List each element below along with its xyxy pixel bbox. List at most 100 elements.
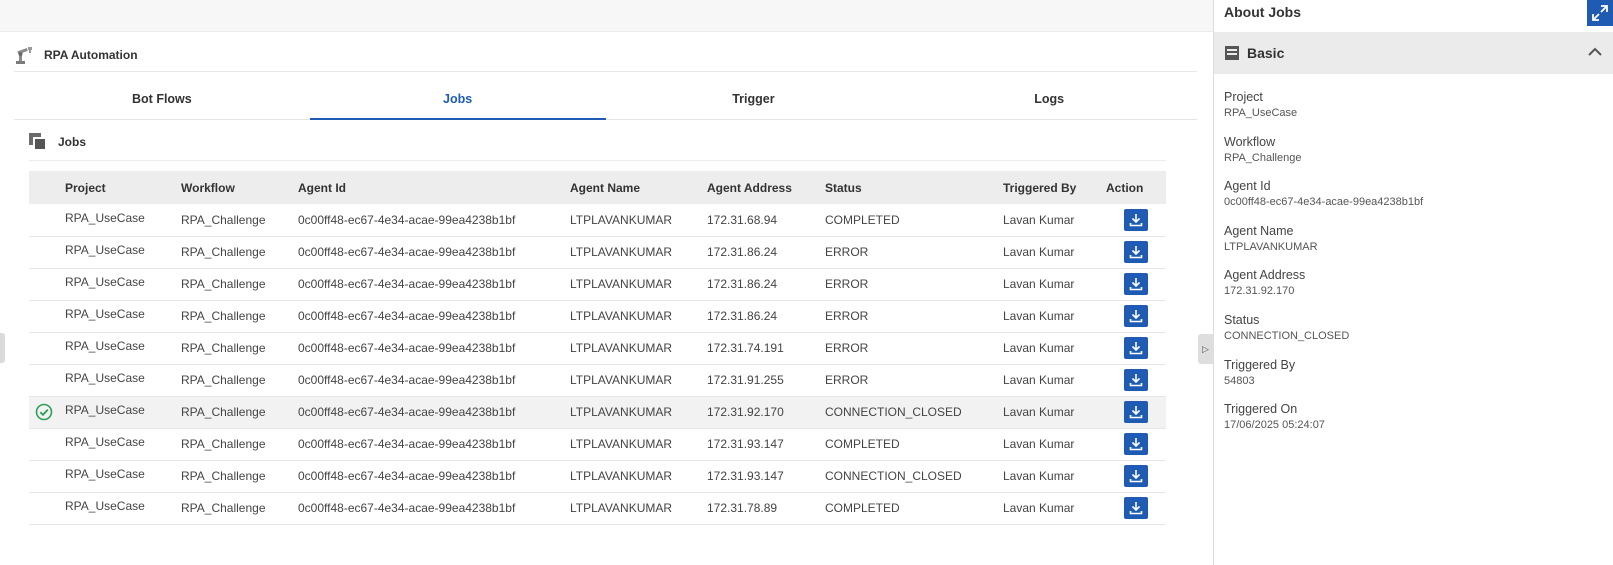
- left-collapse-handle[interactable]: [0, 333, 5, 363]
- cell-select: [29, 204, 65, 236]
- col-agent-address[interactable]: Agent Address: [707, 171, 825, 204]
- cell-agent-address: 172.31.86.24: [707, 309, 778, 323]
- col-status[interactable]: Status: [825, 171, 1003, 204]
- download-button[interactable]: [1124, 305, 1148, 327]
- cell-triggered-by: Lavan Kumar: [1003, 212, 1075, 227]
- tab-bar: Bot Flows Jobs Trigger Logs: [14, 84, 1197, 120]
- cell-agent-id: 0c00ff48-ec67-4e34-acae-99ea4238b1bf: [298, 405, 516, 419]
- cell-agent-name: LTPLAVANKUMAR: [570, 437, 673, 451]
- download-icon: [1129, 278, 1143, 291]
- download-icon: [1129, 342, 1143, 355]
- download-button[interactable]: [1124, 465, 1148, 487]
- col-workflow[interactable]: Workflow: [181, 171, 298, 204]
- col-agent-name[interactable]: Agent Name: [570, 171, 707, 204]
- download-button[interactable]: [1124, 273, 1148, 295]
- app-title: RPA Automation: [44, 48, 138, 62]
- table-row[interactable]: RPA_UseCase RPA_Challenge 0c00ff48-ec67-4e…: [29, 364, 1166, 396]
- cell-agent-id: 0c00ff48-ec67-4e34-acae-99ea4238b1bf: [298, 277, 516, 291]
- download-button[interactable]: [1124, 401, 1148, 423]
- field-label: Project: [1224, 90, 1263, 104]
- robot-arm-icon: [16, 47, 32, 64]
- section-divider: [29, 160, 1166, 161]
- main-content: RPA Automation Bot Flows Jobs Trigger Lo…: [0, 0, 1213, 565]
- table-row[interactable]: RPA_UseCase RPA_Challenge 0c00ff48-ec67-4e…: [29, 268, 1166, 300]
- expand-button[interactable]: [1587, 0, 1613, 26]
- panel-toggle-button[interactable]: ▷: [1198, 334, 1214, 364]
- cell-agent-id: 0c00ff48-ec67-4e34-acae-99ea4238b1bf: [298, 309, 516, 323]
- app-header: RPA Automation: [14, 40, 138, 70]
- detail-field: Status CONNECTION_CLOSED: [1224, 313, 1423, 358]
- cell-agent-address: 172.31.93.147: [707, 437, 784, 451]
- cell-project: RPA_UseCase: [65, 210, 145, 225]
- chevron-up-icon[interactable]: [1587, 44, 1603, 60]
- cell-agent-id: 0c00ff48-ec67-4e34-acae-99ea4238b1bf: [298, 212, 516, 227]
- about-jobs-panel: About Jobs Basic Project RPA_UseCase Workf…: [1214, 0, 1613, 565]
- detail-field: Triggered On 17/06/2025 05:24:07: [1224, 402, 1423, 447]
- cell-status: ERROR: [825, 309, 869, 323]
- cell-status: ERROR: [825, 245, 869, 259]
- cell-agent-name: LTPLAVANKUMAR: [570, 469, 673, 483]
- table-row[interactable]: RPA_UseCase RPA_Challenge 0c00ff48-ec67-4e…: [29, 236, 1166, 268]
- field-label: Agent Name: [1224, 223, 1294, 238]
- cell-agent-address: 172.31.92.170: [707, 405, 784, 419]
- basic-section-label: Basic: [1247, 45, 1285, 61]
- stacked-squares-icon: [29, 133, 47, 151]
- table-row[interactable]: RPA_UseCase RPA_Challenge 0c00ff48-ec67-4e…: [29, 460, 1166, 492]
- field-label: Triggered By: [1224, 357, 1296, 372]
- download-icon: [1129, 406, 1143, 419]
- header-divider: [14, 71, 1197, 72]
- cell-select: [29, 460, 65, 492]
- collapse-right-icon: ▷: [1202, 344, 1209, 354]
- cell-status: CONNECTION_CLOSED: [825, 405, 962, 419]
- download-button[interactable]: [1124, 241, 1148, 263]
- table-row[interactable]: RPA_UseCase RPA_Challenge 0c00ff48-ec67-4e…: [29, 332, 1166, 364]
- cell-agent-name: LTPLAVANKUMAR: [570, 373, 673, 387]
- field-value: 172.31.92.170: [1224, 285, 1295, 298]
- field-label: Agent Address: [1224, 268, 1306, 283]
- table-row[interactable]: RPA_UseCase RPA_Challenge 0c00ff48-ec67-4e…: [29, 396, 1166, 428]
- cell-project: RPA_UseCase: [65, 243, 145, 257]
- cell-project: RPA_UseCase: [65, 339, 145, 353]
- col-select: [29, 171, 65, 204]
- cell-triggered-by: Lavan Kumar: [1003, 245, 1075, 259]
- tab-logs[interactable]: Logs: [901, 84, 1197, 119]
- cell-agent-id: 0c00ff48-ec67-4e34-acae-99ea4238b1bf: [298, 469, 516, 483]
- col-project[interactable]: Project: [65, 171, 181, 204]
- table-row[interactable]: RPA_UseCase RPA_Challenge 0c00ff48-ec67-4e…: [29, 300, 1166, 332]
- expand-arrows-icon: [1592, 5, 1608, 21]
- tab-jobs[interactable]: Jobs: [309, 84, 606, 120]
- table-row[interactable]: RPA_UseCase RPA_Challenge 0c00ff48-ec67-4e…: [29, 204, 1166, 236]
- cell-status: ERROR: [825, 373, 869, 387]
- table-row[interactable]: RPA_UseCase RPA_Challenge 0c00ff48-ec67-4e…: [29, 492, 1166, 524]
- cell-agent-name: LTPLAVANKUMAR: [570, 245, 673, 259]
- download-button[interactable]: [1124, 433, 1148, 455]
- download-button[interactable]: [1124, 208, 1148, 231]
- cell-status: COMPLETED: [825, 437, 900, 451]
- basic-section-header[interactable]: Basic: [1214, 32, 1613, 74]
- tab-bot-flows[interactable]: Bot Flows: [14, 84, 310, 119]
- cell-project: RPA_UseCase: [65, 275, 145, 289]
- col-agent-id[interactable]: Agent Id: [298, 171, 570, 204]
- cell-select: [29, 492, 65, 524]
- field-label: Status: [1224, 312, 1260, 327]
- download-icon: [1129, 438, 1143, 451]
- cell-agent-address: 172.31.93.147: [707, 469, 784, 483]
- cell-agent-address: 172.31.86.24: [707, 245, 778, 259]
- cell-agent-name: LTPLAVANKUMAR: [570, 212, 673, 227]
- cell-workflow: RPA_Challenge: [181, 341, 266, 355]
- download-button[interactable]: [1124, 497, 1148, 519]
- tab-trigger[interactable]: Trigger: [606, 84, 902, 119]
- download-button[interactable]: [1124, 369, 1148, 391]
- col-triggered-by[interactable]: Triggered By: [1003, 171, 1106, 204]
- cell-select: [29, 396, 65, 428]
- cell-workflow: RPA_Challenge: [181, 309, 266, 323]
- table-header-row: Project Workflow Agent Id Agent Name Age…: [29, 171, 1166, 204]
- table-row[interactable]: RPA_UseCase RPA_Challenge 0c00ff48-ec67-4e…: [29, 428, 1166, 460]
- detail-fields: Project RPA_UseCase Workflow RPA_Challenge A…: [1224, 90, 1423, 447]
- top-band: [0, 0, 1213, 32]
- col-action: Action: [1106, 180, 1144, 195]
- jobs-table: Project Workflow Agent Id Agent Name Age…: [29, 171, 1166, 525]
- cell-project: RPA_UseCase: [65, 467, 145, 481]
- download-button[interactable]: [1124, 337, 1148, 359]
- field-value: 17/06/2025 05:24:07: [1224, 419, 1325, 432]
